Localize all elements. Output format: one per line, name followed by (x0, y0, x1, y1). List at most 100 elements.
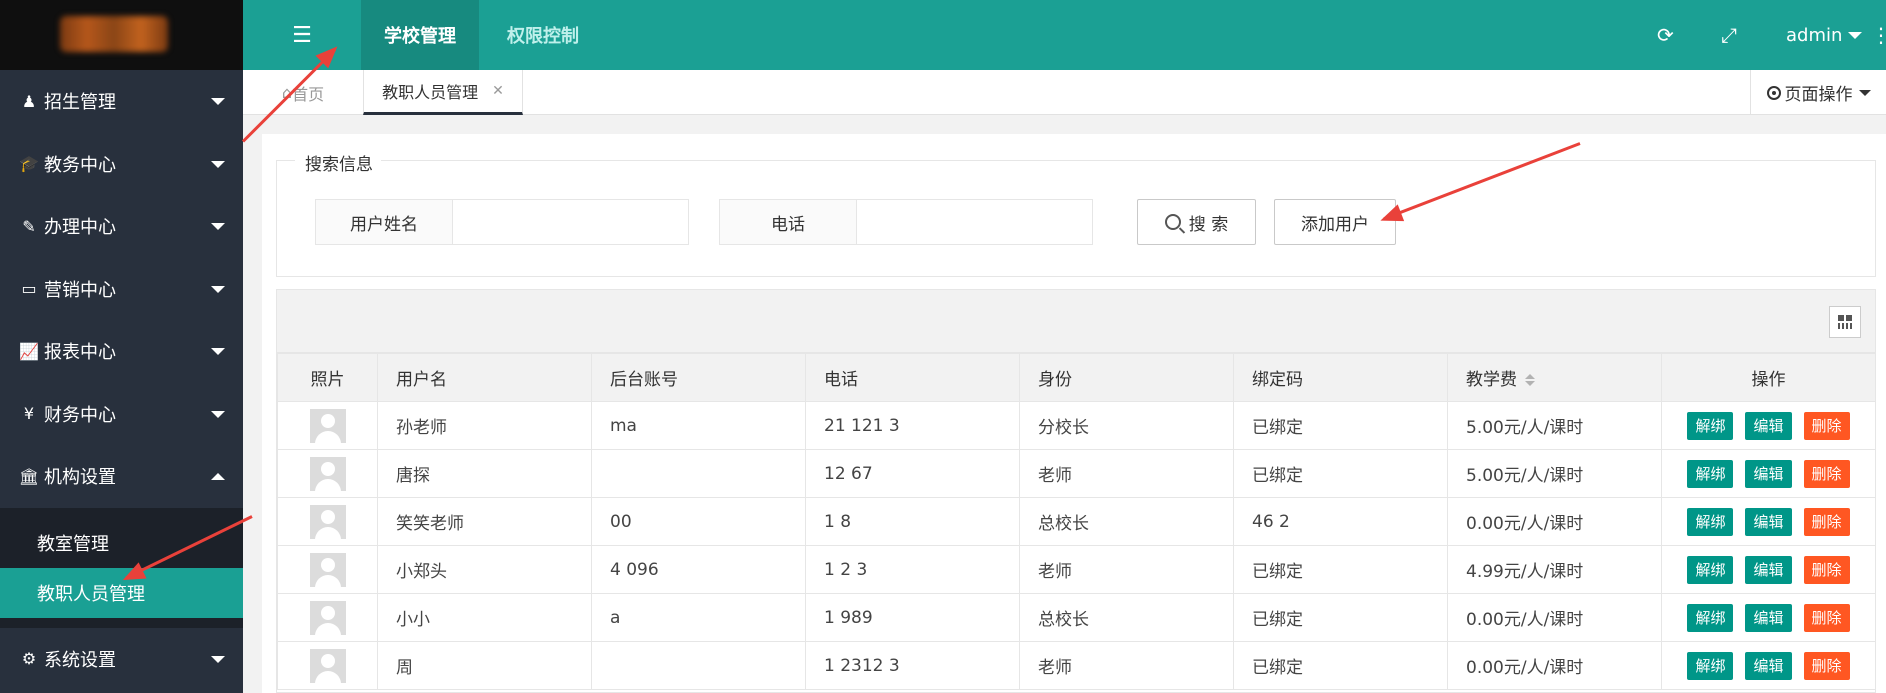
actions-cell: 解绑 编辑 删除 (1661, 545, 1876, 594)
caret-down-icon (211, 98, 225, 106)
sidebar-subitem-classroom[interactable]: 教室管理 (0, 518, 243, 568)
unbind-button[interactable]: 解绑 (1687, 603, 1734, 632)
page-operations-dropdown[interactable]: 页面操作 (1750, 70, 1886, 115)
fullscreen-icon[interactable]: ⤢ (1721, 0, 1737, 70)
sidebar-item-label: 办理中心 (44, 217, 116, 239)
photo-cell (277, 641, 378, 690)
edit-button[interactable]: 编辑 (1745, 651, 1792, 680)
fee-cell: 4.99元/人/课时 (1447, 545, 1662, 594)
account-cell: a (591, 593, 806, 642)
sidebar-item-label: 招生管理 (44, 92, 116, 114)
sidebar-item-processing[interactable]: ✎ 办理中心 (0, 195, 243, 258)
role-cell: 总校长 (1019, 593, 1234, 642)
fee-cell: 5.00元/人/课时 (1447, 401, 1662, 450)
username-input[interactable] (453, 200, 688, 244)
tab-school-management[interactable]: 学校管理 (361, 0, 479, 70)
caret-down-icon (1858, 89, 1871, 96)
caret-down-icon (211, 223, 225, 231)
menu-toggle-icon[interactable]: ☰ (243, 0, 361, 70)
search-button[interactable]: 搜 索 (1137, 199, 1256, 245)
photo-cell (277, 545, 378, 594)
edit-button[interactable]: 编辑 (1745, 603, 1792, 632)
username-label: 用户姓名 (316, 200, 453, 244)
add-user-button[interactable]: 添加用户 (1274, 199, 1396, 245)
delete-button[interactable]: 删除 (1803, 507, 1850, 536)
actions-cell: 解绑 编辑 删除 (1661, 593, 1876, 642)
edit-button[interactable]: 编辑 (1745, 411, 1792, 440)
unbind-button[interactable]: 解绑 (1687, 555, 1734, 584)
unbind-button[interactable]: 解绑 (1687, 459, 1734, 488)
tab-home[interactable]: ⌂ 首页 (243, 70, 363, 115)
sidebar-item-organization[interactable]: 🏛 机构设置 (0, 445, 243, 508)
column-header-fee[interactable]: 教学费 (1447, 353, 1662, 402)
logo[interactable] (0, 0, 243, 70)
sidebar: ♟ 招生管理 🎓 教务中心 ✎ 办理中心 ▭ 营销中心 📈 报表中心 ¥ 财务中… (0, 0, 243, 693)
delete-button[interactable]: 删除 (1803, 459, 1850, 488)
cogs-icon: ⚙ (21, 649, 37, 669)
actions-cell: 解绑 编辑 删除 (1661, 401, 1876, 450)
phone-cell: 1 2 3 (805, 545, 1020, 594)
sidebar-item-label: 营销中心 (44, 279, 116, 301)
caret-up-icon (211, 473, 225, 481)
edit-button[interactable]: 编辑 (1745, 459, 1792, 488)
line-chart-icon: 📈 (19, 341, 39, 361)
actions-cell: 解绑 编辑 删除 (1661, 641, 1876, 690)
phone-cell: 1 2312 3 (805, 641, 1020, 690)
avatar (309, 504, 346, 539)
sort-icon[interactable] (1525, 374, 1535, 386)
sidebar-item-finance[interactable]: ¥ 财务中心 (0, 383, 243, 446)
close-icon[interactable]: ✕ (492, 83, 504, 99)
sidebar-item-enrollment[interactable]: ♟ 招生管理 (0, 70, 243, 133)
caret-down-icon (211, 285, 225, 293)
column-header-bind-code: 绑定码 (1233, 353, 1448, 402)
table-row: 唐探 12 67 老师 已绑定 5.00元/人/课时 解绑 编辑 删除 (277, 449, 1876, 498)
sidebar-item-system[interactable]: ⚙ 系统设置 (0, 628, 243, 691)
table-row: 小小 a 1 989 总校长 已绑定 0.00元/人/课时 解绑 编辑 删除 (277, 593, 1876, 642)
laptop-icon: ▭ (21, 279, 37, 299)
search-fieldset: 搜索信息 用户姓名 电话 搜 索 添加用户 (276, 150, 1876, 277)
avatar (309, 456, 346, 491)
user-menu[interactable]: admin (1786, 0, 1863, 70)
refresh-icon[interactable]: ⟳ (1657, 0, 1674, 70)
delete-button[interactable]: 删除 (1803, 555, 1850, 584)
phone-input[interactable] (857, 200, 1092, 244)
logo-image (60, 16, 168, 52)
unbind-button[interactable]: 解绑 (1687, 651, 1734, 680)
sidebar-item-reports[interactable]: 📈 报表中心 (0, 320, 243, 383)
caret-down-icon (211, 160, 225, 168)
sidebar-item-marketing[interactable]: ▭ 营销中心 (0, 258, 243, 321)
role-cell: 老师 (1019, 641, 1234, 690)
search-icon (1164, 214, 1181, 230)
column-header-phone: 电话 (805, 353, 1020, 402)
page-ops-label: 页面操作 (1784, 85, 1853, 105)
fee-cell: 0.00元/人/课时 (1447, 641, 1662, 690)
tab-staff-management[interactable]: 教职人员管理 ✕ (363, 70, 523, 115)
more-icon[interactable]: ⋮ (1871, 0, 1886, 70)
sidebar-item-academic[interactable]: 🎓 教务中心 (0, 133, 243, 196)
column-header-account: 后台账号 (591, 353, 806, 402)
phone-cell: 21 121 3 (805, 401, 1020, 450)
submenu-organization: 教室管理 教职人员管理 (0, 507, 243, 628)
sidebar-item-label: 报表中心 (44, 342, 116, 364)
page-tabs: ⌂ 首页 教职人员管理 ✕ 页面操作 (243, 70, 1886, 115)
bind-code-cell: 已绑定 (1233, 401, 1448, 450)
unbind-button[interactable]: 解绑 (1687, 411, 1734, 440)
column-header-photo: 照片 (277, 353, 378, 402)
unbind-button[interactable]: 解绑 (1687, 507, 1734, 536)
table-row: 孙老师 ma 21 121 3 分校长 已绑定 5.00元/人/课时 解绑 编辑 删除 (277, 401, 1876, 450)
delete-button[interactable]: 删除 (1803, 603, 1850, 632)
graduation-cap-icon: 🎓 (19, 154, 39, 174)
delete-button[interactable]: 删除 (1803, 411, 1850, 440)
bind-code-cell: 已绑定 (1233, 545, 1448, 594)
bank-icon: 🏛 (18, 466, 40, 486)
account-cell: 4 096 (591, 545, 806, 594)
edit-button[interactable]: 编辑 (1745, 507, 1792, 536)
actions-cell: 解绑 编辑 删除 (1661, 497, 1876, 546)
top-navbar: ☰ 学校管理 权限控制 ⟳ ⤢ admin ⋮ (243, 0, 1886, 70)
edit-button[interactable]: 编辑 (1745, 555, 1792, 584)
photo-cell (277, 497, 378, 546)
actions-cell: 解绑 编辑 删除 (1661, 449, 1876, 498)
delete-button[interactable]: 删除 (1803, 651, 1850, 680)
column-filter-button[interactable] (1829, 306, 1861, 338)
tab-permission-control[interactable]: 权限控制 (479, 0, 607, 70)
